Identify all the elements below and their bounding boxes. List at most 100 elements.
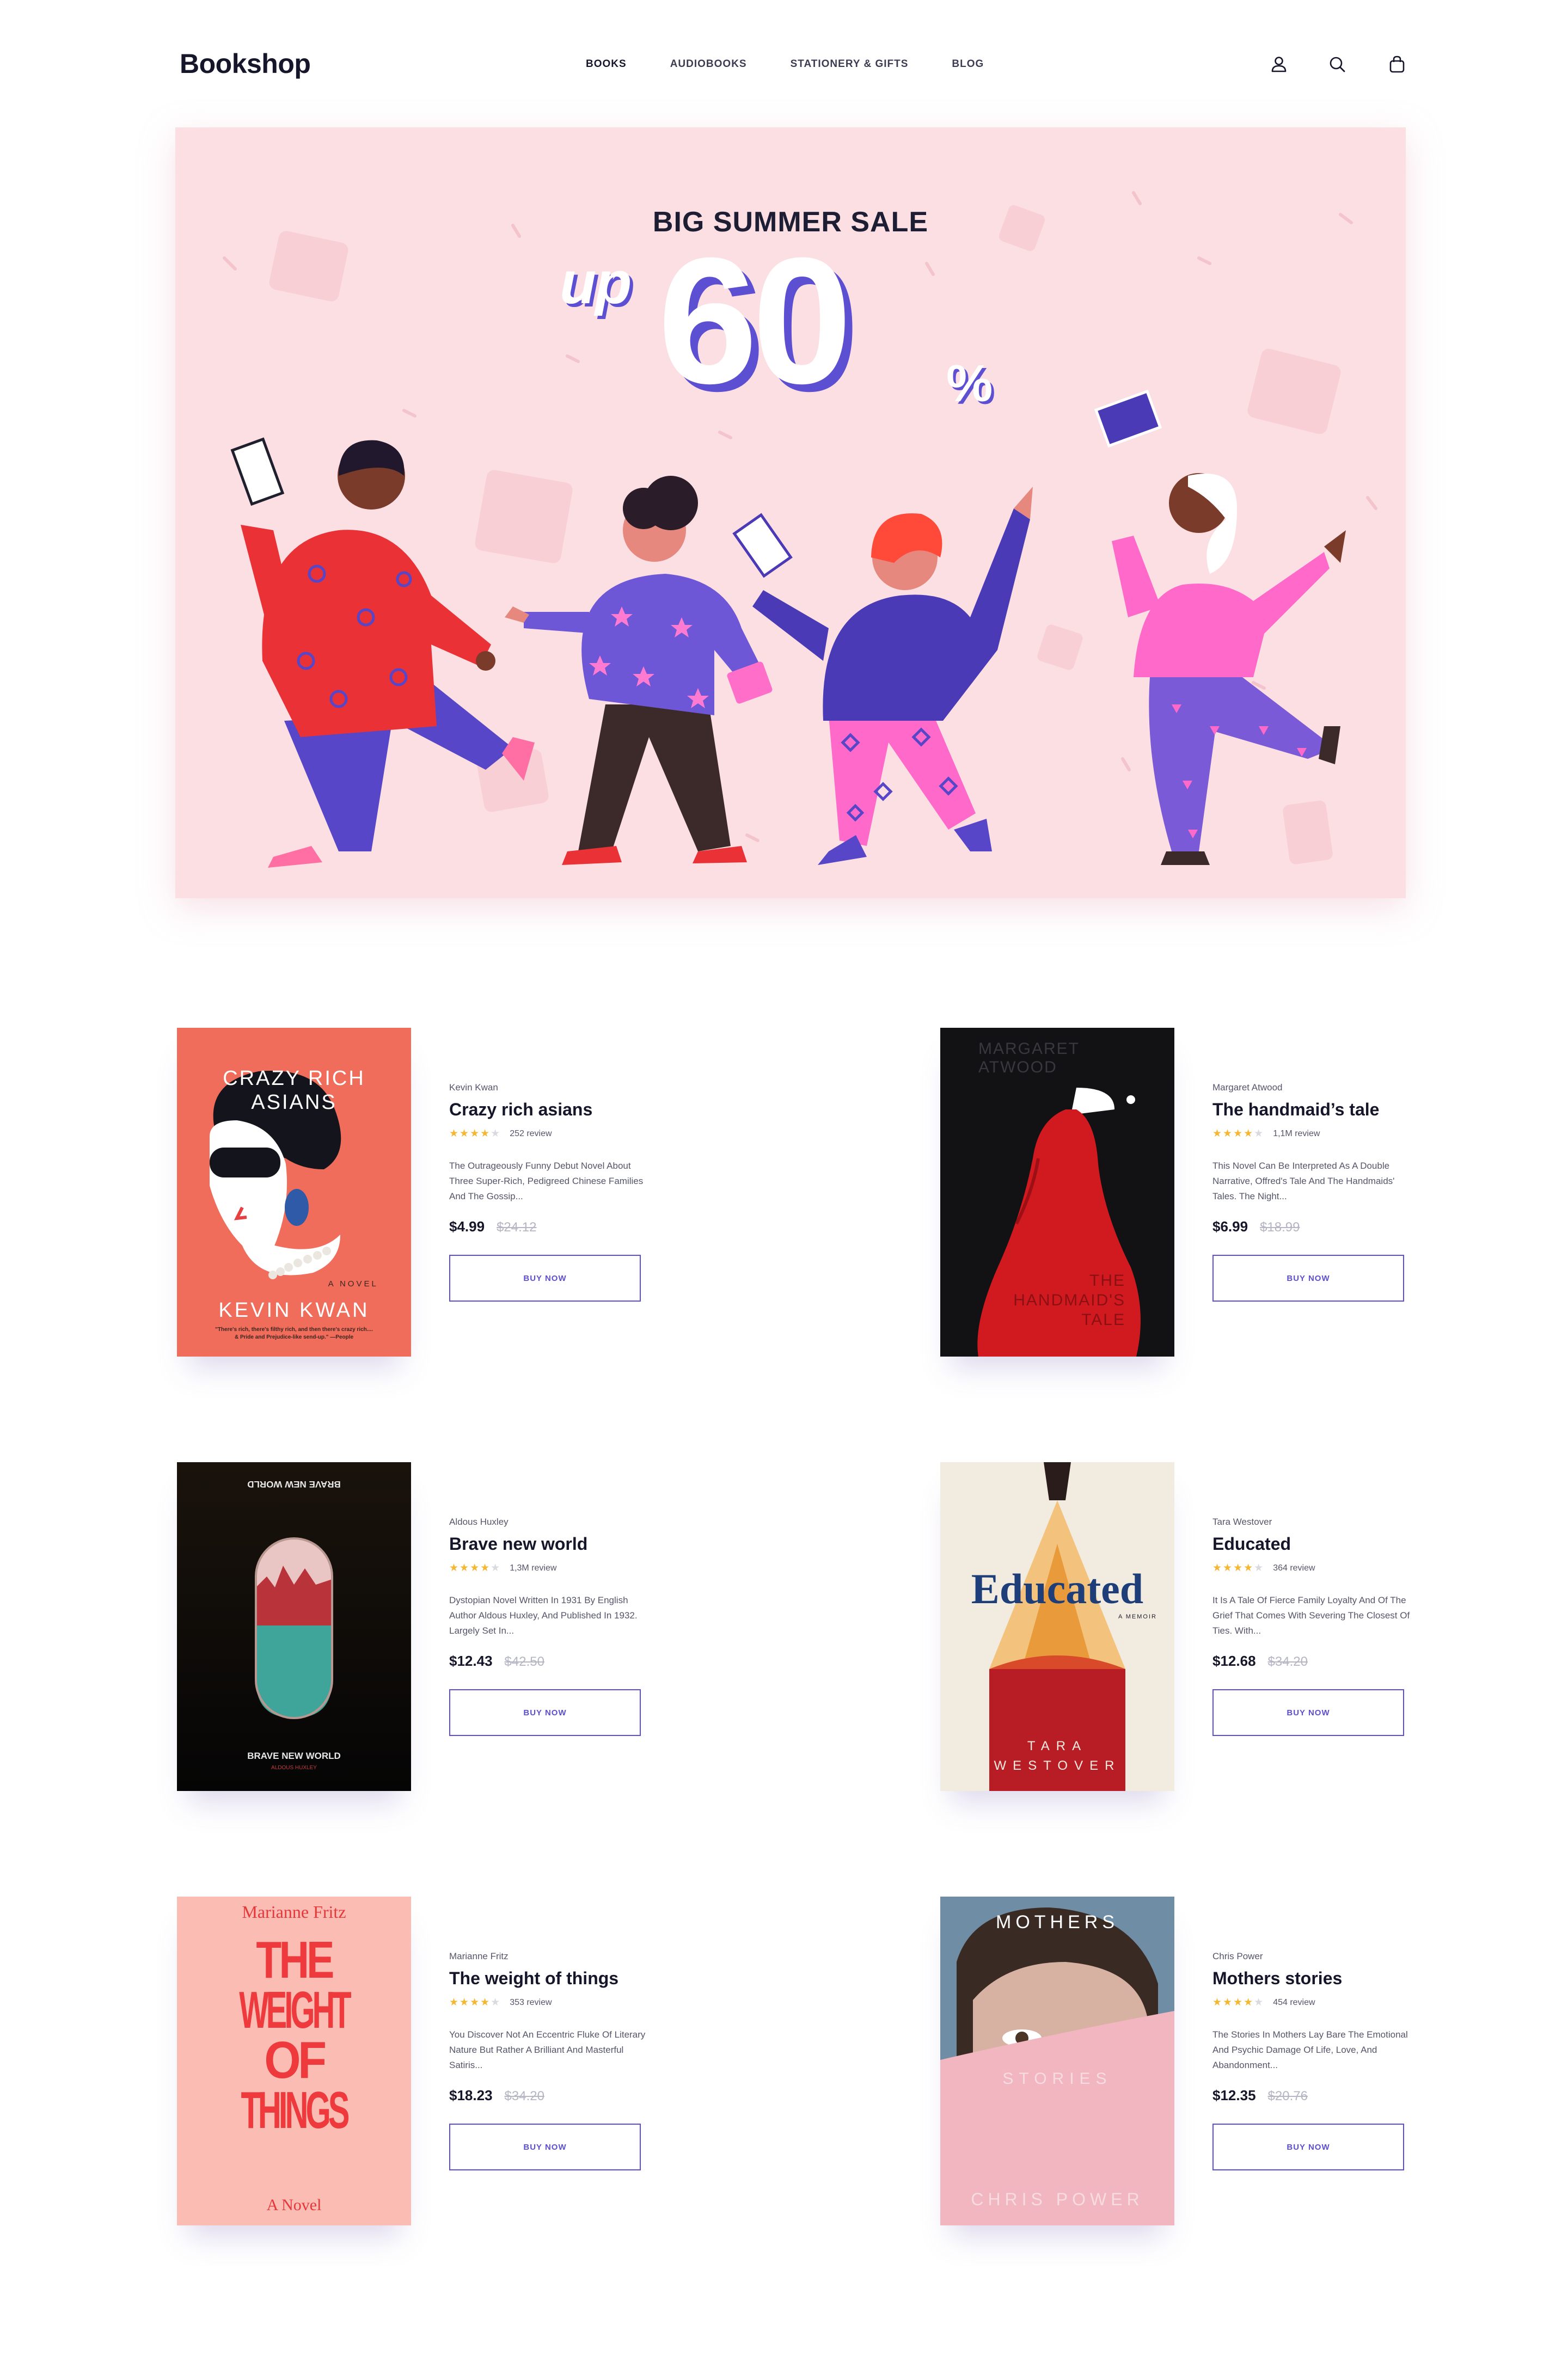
- price: $6.99: [1212, 1218, 1248, 1235]
- product-author: Tara Westover: [1212, 1517, 1272, 1527]
- review-count[interactable]: 353 review: [510, 1998, 552, 2008]
- book-cover[interactable]: Educated A MEMOIR TARA WESTOVER: [940, 1462, 1174, 1791]
- book-cover[interactable]: MOTHERS STORIES CHRIS POWER: [940, 1897, 1174, 2225]
- cover-author-line1: TARA: [1027, 1739, 1088, 1753]
- rating: ★★★★★ 1,1M review: [1212, 1127, 1419, 1140]
- review-count[interactable]: 1,1M review: [1273, 1129, 1320, 1139]
- buy-now-button[interactable]: BUY NOW: [1212, 2124, 1404, 2170]
- rating: ★★★★★ 1,3M review: [449, 1562, 656, 1574]
- cover-title-line4: THINGS: [241, 2081, 350, 2139]
- product-title[interactable]: The weight of things: [449, 1968, 656, 1989]
- cover-title-inverted: BRAVE NEW WORLD: [247, 1479, 341, 1489]
- nav-stationery-gifts[interactable]: STATIONERY & GIFTS: [791, 58, 909, 70]
- price-row: $12.35 $20.76: [1212, 2087, 1419, 2104]
- rating: ★★★★★ 353 review: [449, 1996, 656, 2009]
- product-title[interactable]: Brave new world: [449, 1534, 656, 1554]
- hero-percent: %: [946, 354, 993, 413]
- cover-art: [940, 1897, 1174, 2225]
- product-description: The Outrageously Funny Debut Novel About…: [449, 1161, 644, 1201]
- product-description: The Stories In Mothers Lay Bare The Emot…: [1212, 2029, 1408, 2070]
- cover-author: ALDOUS HUXLEY: [271, 1765, 317, 1771]
- review-count[interactable]: 252 review: [510, 1129, 552, 1139]
- rating: ★★★★★ 454 review: [1212, 1996, 1419, 2009]
- nav-audiobooks[interactable]: AUDIOBOOKS: [670, 58, 747, 70]
- cover-author: CHRIS POWER: [971, 2189, 1144, 2209]
- product-title[interactable]: Educated: [1212, 1534, 1419, 1554]
- product-card: MARGARET ATWOOD THE HANDMAID'S TALE Marg…: [940, 1028, 1523, 1365]
- cover-author: KEVIN KWAN: [218, 1299, 370, 1322]
- old-price: $34.20: [504, 2089, 544, 2103]
- nav-blog[interactable]: BLOG: [952, 58, 984, 70]
- rating-stars: ★★★★★: [1212, 1997, 1265, 2008]
- book-cover[interactable]: BRAVE NEW WORLD BRAVE NEW WORLD ALDOUS H…: [177, 1462, 411, 1791]
- user-icon[interactable]: [1268, 53, 1290, 75]
- buy-now-button[interactable]: BUY NOW: [449, 1255, 641, 1302]
- product-author: Chris Power: [1212, 1951, 1263, 1961]
- price: $12.43: [449, 1653, 493, 1669]
- cover-subtitle: A Novel: [266, 2196, 322, 2214]
- nav-books[interactable]: BOOKS: [586, 58, 627, 70]
- cover-title-line3: OF: [264, 2031, 327, 2089]
- book-cover[interactable]: CRAZY RICH ASIANS A NOVEL KEVIN KWAN "Th…: [177, 1028, 411, 1357]
- product-info: Chris Power Mothers stories ★★★★★ 454 re…: [1212, 1951, 1419, 2170]
- product-card: MOTHERS STORIES CHRIS POWER Chris Power …: [940, 1897, 1523, 2234]
- book-cover[interactable]: MARGARET ATWOOD THE HANDMAID'S TALE: [940, 1028, 1174, 1357]
- rating: ★★★★★ 364 review: [1212, 1562, 1419, 1574]
- product-title[interactable]: Mothers stories: [1212, 1968, 1419, 1989]
- buy-now-button[interactable]: BUY NOW: [1212, 1255, 1404, 1302]
- price-row: $12.68 $34.20: [1212, 1653, 1419, 1670]
- price: $12.35: [1212, 2087, 1256, 2103]
- old-price: $24.12: [497, 1220, 537, 1235]
- old-price: $18.99: [1260, 1220, 1300, 1235]
- old-price: $20.76: [1267, 2089, 1308, 2103]
- product-description: It Is A Tale Of Fierce Family Loyalty An…: [1212, 1595, 1410, 1636]
- product-description: Dystopian Novel Written In 1931 By Engli…: [449, 1595, 638, 1636]
- hero-banner[interactable]: BIG SUMMER SALE up 60 %: [175, 127, 1406, 898]
- cover-title-line3: TALE: [1081, 1311, 1125, 1329]
- review-count[interactable]: 454 review: [1273, 1998, 1315, 2008]
- cover-author: Marianne Fritz: [242, 1902, 346, 1922]
- product-title[interactable]: Crazy rich asians: [449, 1100, 656, 1120]
- cover-title: BRAVE NEW WORLD: [247, 1751, 341, 1761]
- cover-author-line2: ATWOOD: [978, 1058, 1057, 1076]
- product-author: Marianne Fritz: [449, 1951, 509, 1961]
- product-info: Tara Westover Educated ★★★★★ 364 review …: [1212, 1517, 1419, 1736]
- hero-discount-number: 60: [658, 220, 852, 421]
- product-info: Margaret Atwood The handmaid’s tale ★★★★…: [1212, 1082, 1419, 1302]
- rating-stars: ★★★★★: [449, 1128, 501, 1139]
- search-icon[interactable]: [1326, 53, 1348, 75]
- cover-title-line2: WEIGHT: [239, 1981, 351, 2039]
- main-nav: BOOKS AUDIOBOOKS STATIONERY & GIFTS BLOG: [586, 58, 1027, 70]
- product-author: Margaret Atwood: [1212, 1082, 1283, 1093]
- product-author: Aldous Huxley: [449, 1517, 509, 1527]
- cover-subtitle: A NOVEL: [328, 1279, 378, 1289]
- logo[interactable]: Bookshop: [180, 48, 311, 79]
- cover-author-line2: WESTOVER: [994, 1758, 1121, 1773]
- review-count[interactable]: 364 review: [1273, 1563, 1315, 1573]
- rating-stars: ★★★★★: [1212, 1562, 1265, 1574]
- bag-icon[interactable]: [1386, 53, 1408, 75]
- rating-stars: ★★★★★: [449, 1997, 501, 2008]
- cover-art: [255, 1537, 333, 1719]
- buy-now-button[interactable]: BUY NOW: [449, 1689, 641, 1736]
- cover-title-line1: THE: [1089, 1272, 1125, 1290]
- cover-title-line1: CRAZY RICH: [223, 1067, 365, 1090]
- price-row: $18.23 $34.20: [449, 2087, 656, 2104]
- product-title[interactable]: The handmaid’s tale: [1212, 1100, 1419, 1120]
- product-description: You Discover Not An Eccentric Fluke Of L…: [449, 2029, 646, 2070]
- price: $4.99: [449, 1218, 485, 1235]
- product-info: Marianne Fritz The weight of things ★★★★…: [449, 1951, 656, 2170]
- buy-now-button[interactable]: BUY NOW: [449, 2124, 641, 2170]
- price-row: $12.43 $42.50: [449, 1653, 656, 1670]
- product-description: This Novel Can Be Interpreted As A Doubl…: [1212, 1161, 1395, 1201]
- cover-title-line1: THE: [256, 1931, 334, 1989]
- cover-quote: "There's rich, there's filthy rich, and …: [215, 1327, 373, 1340]
- buy-now-button[interactable]: BUY NOW: [1212, 1689, 1404, 1736]
- review-count[interactable]: 1,3M review: [510, 1563, 556, 1573]
- book-cover[interactable]: Marianne Fritz THE WEIGHT OF THINGS A No…: [177, 1897, 411, 2225]
- hero-up-text: up: [560, 249, 632, 316]
- cover-title: Educated: [971, 1565, 1144, 1612]
- old-price: $42.50: [504, 1654, 544, 1669]
- price-row: $4.99 $24.12: [449, 1218, 656, 1235]
- cover-title-line2: ASIANS: [251, 1091, 337, 1114]
